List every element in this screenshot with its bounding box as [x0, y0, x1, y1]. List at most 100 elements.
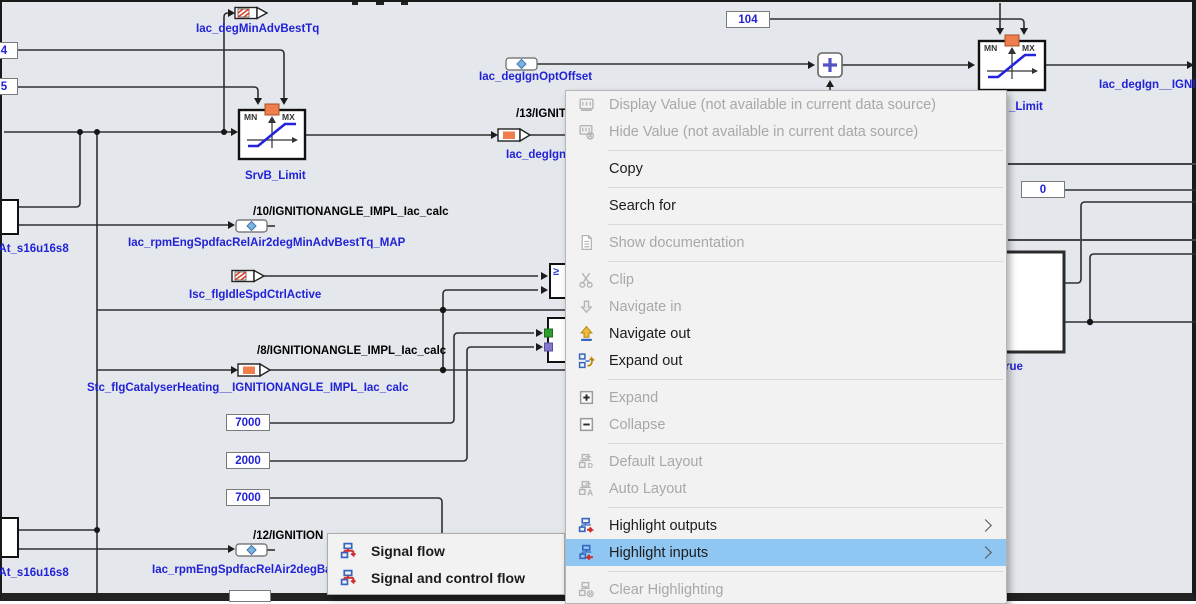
menu-separator [566, 182, 1006, 192]
const-104[interactable]: 104 [726, 11, 770, 28]
menu-separator [566, 219, 1006, 229]
label-map-minadvbesttq: Iac_rpmEngSpdfacRelAir2degMinAdvBestTq_M… [128, 237, 405, 250]
const-0[interactable]: 0 [1021, 181, 1065, 198]
menu-separator [566, 374, 1006, 384]
signal-flow-icon [337, 542, 359, 560]
label-cat-top: cAt_s16u16s8 [0, 243, 69, 256]
port-iac-degignoptoffset[interactable] [506, 58, 537, 70]
label-stc-flgcatalyserheating: Stc_flgCatalyserHeating__IGNITIONANGLE_I… [87, 382, 408, 395]
menu-item-navigate-in[interactable]: Navigate in [566, 293, 1006, 320]
menu-separator [566, 438, 1006, 448]
label-map-degbase: Iac_rpmEngSpdfacRelAir2degBase [152, 564, 344, 577]
svg-text:D: D [587, 461, 593, 470]
sum-block[interactable] [818, 53, 842, 77]
label-mx-1: MX [282, 113, 295, 122]
const-2000[interactable]: 2000 [226, 452, 270, 469]
clipped-text-remnants [352, 2, 408, 5]
map-port-minadvbesttq[interactable] [236, 220, 267, 232]
menu-item-label: Show documentation [609, 235, 1006, 251]
label-comparator-glyph: ≥ [553, 266, 559, 278]
menu-item-expand[interactable]: Expand [566, 384, 1006, 411]
const-partial-bottom[interactable] [229, 590, 271, 602]
collapse-icon [575, 416, 597, 434]
const-7000-b[interactable]: 7000 [226, 489, 270, 506]
label-mx-2: MX [1022, 44, 1035, 53]
const-4[interactable]: 4 [0, 42, 18, 59]
label-path-12: /12/IGNITION [253, 530, 323, 543]
submenu-chevron-icon [979, 546, 992, 559]
label-mn-2: MN [984, 44, 997, 53]
label-srvb-limit: SrvB_Limit [245, 170, 306, 183]
menu-item-signal-and-control-flow[interactable]: Signal and control flow [328, 564, 564, 591]
menu-separator [566, 502, 1006, 512]
highlight-outputs-icon [575, 517, 597, 535]
menu-item-search-for[interactable]: Search for [566, 192, 1006, 219]
show-documentation-icon [575, 234, 597, 252]
menu-item-highlight-outputs[interactable]: Highlight outputs [566, 512, 1006, 539]
menu-item-highlight-inputs[interactable]: Highlight inputs [566, 539, 1006, 566]
menu-item-default-layout[interactable]: D Default Layout [566, 448, 1006, 475]
menu-item-expand-out[interactable]: Expand out [566, 347, 1006, 374]
menu-item-signal-flow[interactable]: Signal flow [328, 537, 564, 564]
menu-item-label: Default Layout [609, 454, 1006, 470]
highlight-inputs-submenu: Signal flow Signal and control flow [327, 533, 565, 595]
label-mn-1: MN [244, 113, 257, 122]
label-true-partial: rue [1005, 361, 1023, 374]
expand-out-icon [575, 352, 597, 370]
menu-item-show-documentation[interactable]: Show documentation [566, 229, 1006, 256]
label-iac-degign-ignit: Iac_degIgn__IGNIT [1099, 79, 1196, 92]
menu-item-label: Highlight outputs [609, 518, 981, 534]
label-cat-bottom: cAt_s16u16s8 [0, 567, 69, 580]
menu-item-label: Display Value (not available in current … [609, 97, 1006, 113]
menu-item-label: Clear Highlighting [609, 582, 1006, 598]
menu-item-label: Highlight inputs [609, 545, 981, 561]
menu-item-label: Expand out [609, 353, 1006, 369]
output-port-iac-degignbase[interactable] [498, 129, 530, 141]
menu-item-label: Signal flow [371, 543, 564, 559]
menu-item-display-value[interactable]: Display Value (not available in current … [566, 91, 1006, 118]
output-port-iac-degminadvbesttq[interactable] [235, 8, 267, 19]
menu-item-collapse[interactable]: Collapse [566, 411, 1006, 438]
input-block-top-left[interactable] [2, 200, 18, 234]
label-iac-degignoptoffset: Iac_degIgnOptOffset [479, 71, 592, 84]
menu-item-label: Navigate out [609, 326, 1006, 342]
menu-item-label: Auto Layout [609, 481, 1006, 497]
menu-separator [566, 145, 1006, 155]
app-window: Iac_degMinAdvBestTq Iac_degIgnOptOffset/1… [0, 0, 1196, 601]
menu-item-copy[interactable]: Copy [566, 155, 1006, 182]
const-7000-a[interactable]: 7000 [226, 414, 270, 431]
label-iac-degminadvbesttq: Iac_degMinAdvBestTq [196, 23, 319, 36]
clear-highlighting-icon [575, 581, 597, 599]
map-port-degbase[interactable] [236, 544, 267, 556]
const-5[interactable]: 5 [0, 78, 18, 95]
output-port-isc-flgidlespdctrlactive[interactable] [232, 271, 264, 282]
label-path-13: /13/IGNIT [516, 108, 566, 121]
menu-item-clear-highlighting[interactable]: Clear Highlighting [566, 576, 1006, 603]
menu-item-label: Collapse [609, 417, 1006, 433]
output-port-stc-flgcatalyserheating[interactable] [238, 364, 270, 376]
label-path-10: /10/IGNITIONANGLE_IMPL_Iac_calc [253, 206, 449, 219]
label-limit-partial: _Limit [1009, 101, 1043, 114]
menu-item-hide-value[interactable]: Hide Value (not available in current dat… [566, 118, 1006, 145]
menu-item-label: Expand [609, 390, 1006, 406]
navigate-in-icon [575, 298, 597, 316]
context-menu: Display Value (not available in current … [565, 90, 1007, 604]
menu-item-auto-layout[interactable]: A Auto Layout [566, 475, 1006, 502]
hide-value-icon [575, 123, 597, 141]
submenu-chevron-icon [979, 519, 992, 532]
menu-separator [566, 256, 1006, 266]
menu-item-label: Search for [609, 198, 1006, 214]
empty-icon [575, 160, 597, 178]
menu-item-clip[interactable]: Clip [566, 266, 1006, 293]
highlight-inputs-icon [575, 544, 597, 562]
menu-separator [566, 566, 1006, 576]
input-block-bottom-left[interactable] [2, 518, 18, 557]
expand-icon [575, 389, 597, 407]
label-isc-flgidlespdctrlactive: Isc_flgIdleSpdCtrlActive [189, 289, 321, 302]
navigate-out-icon [575, 325, 597, 343]
subsystem-block-partial[interactable] [545, 318, 567, 362]
menu-item-label: Copy [609, 161, 1006, 177]
menu-item-navigate-out[interactable]: Navigate out [566, 320, 1006, 347]
svg-text:A: A [587, 487, 593, 497]
display-value-icon [575, 96, 597, 114]
